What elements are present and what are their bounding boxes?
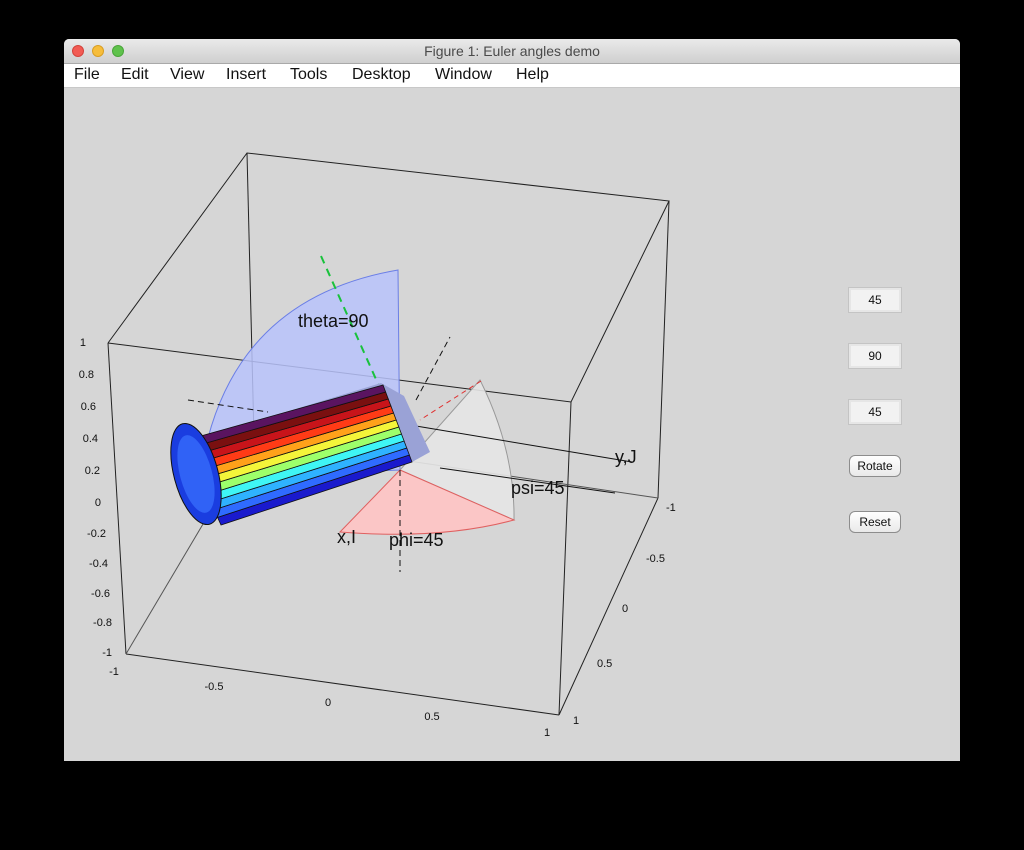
menu-window[interactable]: Window <box>435 66 492 84</box>
z-tick: 0 <box>95 497 101 509</box>
x-ticks: -1 -0.5 0 0.5 1 <box>109 666 550 739</box>
y-tick: -1 <box>666 502 676 514</box>
y-tick: 0 <box>622 603 628 615</box>
menu-file[interactable]: File <box>74 66 100 84</box>
z-tick: -1 <box>102 647 112 659</box>
z-tick: -0.4 <box>89 558 108 570</box>
menu-tools[interactable]: Tools <box>290 66 327 84</box>
y-tick: -0.5 <box>646 553 665 565</box>
figure-window: Figure 1: Euler angles demo File Edit Vi… <box>64 39 960 761</box>
x-tick: 0.5 <box>424 711 439 723</box>
z-tick: -0.6 <box>91 588 110 600</box>
x-axis-label: x,I <box>337 527 356 547</box>
z-tick: 1 <box>80 337 86 349</box>
x-tick: -1 <box>109 666 119 678</box>
z-tick: 0.2 <box>85 465 100 477</box>
y-ticks: -1 -0.5 0 0.5 1 <box>573 502 676 727</box>
menu-view[interactable]: View <box>170 66 204 84</box>
x-tick: 0 <box>325 697 331 709</box>
window-title: Figure 1: Euler angles demo <box>424 43 600 59</box>
reset-button[interactable]: Reset <box>849 511 901 533</box>
phi-label: phi=45 <box>389 530 444 550</box>
x-tick: -0.5 <box>205 681 224 693</box>
z-tick: 0.8 <box>79 369 94 381</box>
psi-angle-input[interactable]: 45 <box>848 399 902 425</box>
phi-angle-input[interactable]: 45 <box>848 287 902 313</box>
axes-3d-plot[interactable]: theta=90 phi=45 psi=45 x,I y,J 1 0.8 0.6… <box>64 88 960 761</box>
psi-label: psi=45 <box>511 478 565 498</box>
theta-label: theta=90 <box>298 311 369 331</box>
menu-bar: File Edit View Insert Tools Desktop Wind… <box>64 64 960 88</box>
menu-help[interactable]: Help <box>516 66 549 84</box>
z-tick: -0.2 <box>87 528 106 540</box>
theta-angle-input[interactable]: 90 <box>848 343 902 369</box>
y-axis-label: y,J <box>615 447 637 467</box>
menu-desktop[interactable]: Desktop <box>352 66 411 84</box>
menu-insert[interactable]: Insert <box>226 66 266 84</box>
diagonal-axis-dashed <box>415 336 451 401</box>
z-tick: 0.4 <box>83 433 98 445</box>
z-tick: 0.6 <box>81 401 96 413</box>
title-bar: Figure 1: Euler angles demo <box>64 39 960 64</box>
rotate-button[interactable]: Rotate <box>849 455 901 477</box>
z-ticks: 1 0.8 0.6 0.4 0.2 0 -0.2 -0.4 -0.6 -0.8 … <box>79 337 112 659</box>
menu-edit[interactable]: Edit <box>121 66 149 84</box>
y-tick: 0.5 <box>597 658 612 670</box>
y-tick: 1 <box>573 715 579 727</box>
x-tick: 1 <box>544 727 550 739</box>
z-tick: -0.8 <box>93 617 112 629</box>
